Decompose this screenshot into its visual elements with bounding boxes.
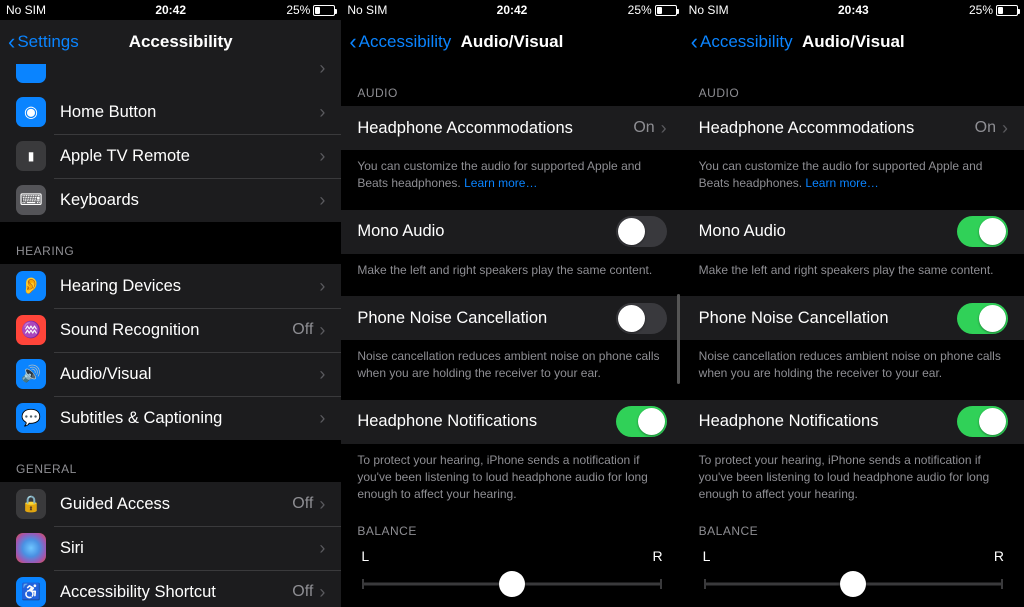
hearing-header: HEARING [0,222,341,264]
ear-icon: 👂 [16,271,46,301]
physical-group: ◉ Home Button › ▮ Apple TV Remote › ⌨ Ke… [0,90,341,222]
carrier-label: No SIM [347,3,457,17]
accessibility-icon: ♿ [16,577,46,607]
headphone-accommodations-footer: You can customize the audio for supporte… [341,150,682,192]
row-audio-visual[interactable]: 🔊 Audio/Visual › [0,352,341,396]
row-sound-recognition[interactable]: ♒ Sound Recognition Off › [0,308,341,352]
nav-header: ‹ Accessibility Audio/Visual [341,20,682,64]
home-icon: ◉ [16,97,46,127]
status-bar: No SIM 20:42 25% [341,0,682,20]
nav-header: ‹ Accessibility Audio/Visual [683,20,1024,64]
value-label: On [975,119,996,137]
audio-visual-icon: 🔊 [16,359,46,389]
row-mono-audio: Mono Audio [683,210,1024,254]
lock-icon: 🔒 [16,489,46,519]
keyboard-icon: ⌨ [16,185,46,215]
back-button[interactable]: ‹ Settings [8,32,79,52]
phone-noise-cancellation-toggle[interactable] [616,303,667,334]
back-button[interactable]: ‹ Accessibility [691,32,793,52]
generic-icon [16,64,46,83]
nav-header: ‹ Settings Accessibility [0,20,341,64]
row-headphone-accommodations[interactable]: Headphone Accommodations On › [341,106,682,150]
headphone-notifications-toggle[interactable] [957,406,1008,437]
clock-label: 20:43 [798,3,908,17]
partial-row[interactable]: › [0,64,341,90]
headphone-accommodations-footer: You can customize the audio for supporte… [683,150,1024,192]
row-apple-tv-remote[interactable]: ▮ Apple TV Remote › [0,134,341,178]
balance-left-label: L [361,548,369,564]
row-hearing-devices[interactable]: 👂 Hearing Devices › [0,264,341,308]
battery-percent-label: 25% [628,3,652,17]
headphone-notifications-toggle[interactable] [616,406,667,437]
row-phone-noise-cancellation: Phone Noise Cancellation [683,296,1024,340]
general-group: 🔒 Guided Access Off › Siri › ♿ Accessibi… [0,482,341,607]
hearing-group: 👂 Hearing Devices › ♒ Sound Recognition … [0,264,341,440]
slider-thumb[interactable] [499,571,525,597]
battery-percent-label: 25% [286,3,310,17]
mono-audio-footer: Make the left and right speakers play th… [683,254,1024,279]
status-bar: No SIM 20:43 25% [683,0,1024,20]
learn-more-link[interactable]: Learn more… [805,176,878,190]
battery-icon [996,5,1018,16]
balance-footer-partial: Adjust the audio volume balance between … [341,598,682,607]
subtitles-icon: 💬 [16,403,46,433]
row-mono-audio: Mono Audio [341,210,682,254]
value-label: On [633,119,654,137]
battery-percent-label: 25% [969,3,993,17]
phone-noise-cancellation-footer: Noise cancellation reduces ambient noise… [341,340,682,382]
apple-tv-remote-icon: ▮ [16,141,46,171]
row-phone-noise-cancellation: Phone Noise Cancellation [341,296,682,340]
siri-icon [16,533,46,563]
row-accessibility-shortcut[interactable]: ♿ Accessibility Shortcut Off › [0,570,341,607]
row-guided-access[interactable]: 🔒 Guided Access Off › [0,482,341,526]
row-headphone-notifications: Headphone Notifications [341,400,682,444]
carrier-label: No SIM [689,3,799,17]
headphone-notifications-footer: To protect your hearing, iPhone sends a … [683,444,1024,502]
phone-noise-cancellation-toggle[interactable] [957,303,1008,334]
balance-slider[interactable] [705,570,1002,598]
row-siri[interactable]: Siri › [0,526,341,570]
mono-audio-toggle[interactable] [616,216,667,247]
row-home-button[interactable]: ◉ Home Button › [0,90,341,134]
balance-slider[interactable] [363,570,660,598]
balance-right-label: R [994,548,1004,564]
row-subtitles[interactable]: 💬 Subtitles & Captioning › [0,396,341,440]
clock-label: 20:42 [116,3,226,17]
battery-icon [313,5,335,16]
balance-header: BALANCE [683,502,1024,544]
audio-header: AUDIO [341,64,682,106]
phone-noise-cancellation-footer: Noise cancellation reduces ambient noise… [683,340,1024,382]
slider-thumb[interactable] [840,571,866,597]
clock-label: 20:42 [457,3,567,17]
mono-audio-toggle[interactable] [957,216,1008,247]
value-label: Off [292,583,313,601]
learn-more-link[interactable]: Learn more… [464,176,537,190]
value-label: Off [292,321,313,339]
mono-audio-footer: Make the left and right speakers play th… [341,254,682,279]
balance-left-label: L [703,548,711,564]
scrollbar-indicator [677,294,680,384]
balance-right-label: R [653,548,663,564]
battery-icon [655,5,677,16]
audio-header: AUDIO [683,64,1024,106]
status-bar: No SIM 20:42 25% [0,0,341,20]
back-button[interactable]: ‹ Accessibility [349,32,451,52]
general-header: GENERAL [0,440,341,482]
balance-footer-partial: Adjust the audio volume balance between … [683,598,1024,607]
row-headphone-notifications: Headphone Notifications [683,400,1024,444]
sound-recognition-icon: ♒ [16,315,46,345]
row-headphone-accommodations[interactable]: Headphone Accommodations On › [683,106,1024,150]
balance-header: BALANCE [341,502,682,544]
row-keyboards[interactable]: ⌨ Keyboards › [0,178,341,222]
carrier-label: No SIM [6,3,116,17]
headphone-notifications-footer: To protect your hearing, iPhone sends a … [341,444,682,502]
value-label: Off [292,495,313,513]
